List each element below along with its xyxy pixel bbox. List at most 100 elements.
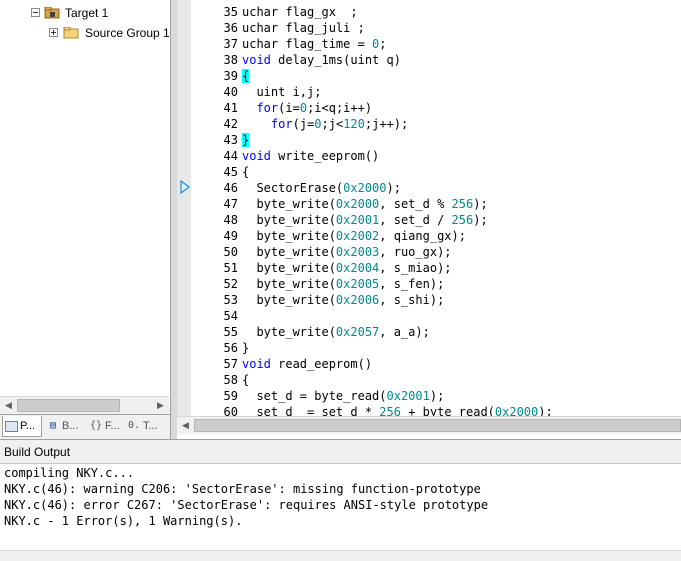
scroll-right-icon[interactable]: ▶ [152,397,169,414]
tree-item-target[interactable]: Target 1 [0,4,170,22]
tab-books-label: B... [62,420,79,432]
tab-project[interactable]: P... [2,416,42,437]
code-token: , ruo_gx); [379,245,452,259]
code-line[interactable]: 44 void write_eeprom() [177,148,681,164]
code-token: byte_write( [242,245,336,259]
code-token: uint i,j; [242,85,322,99]
code-token: ); [386,181,401,195]
code-editor[interactable]: 35 uchar flag_gx ; 36 uchar flag_juli ; 37 uc… [177,0,681,439]
line-number: 42 [223,117,238,131]
code-line[interactable]: 53 byte_write(0x2006, s_shi); [177,292,681,308]
code-token: byte_write( [242,213,336,227]
line-number: 45 [223,165,238,179]
code-token: } [242,341,250,355]
line-code: } [242,340,249,356]
functions-icon: {} [89,420,103,432]
code-line[interactable]: 45 { [177,164,681,180]
code-line[interactable]: 46 SectorErase(0x2000); [177,180,681,196]
line-number: 52 [223,277,238,291]
line-number: 37 [223,37,238,51]
scroll-left-icon[interactable]: ◀ [0,397,17,414]
tab-templates[interactable]: 0. T... [125,416,169,437]
code-line[interactable]: 35 uchar flag_gx ; [177,4,681,20]
code-token: ); [429,389,445,403]
line-code: uchar flag_time = 0; [242,36,387,52]
code-line[interactable]: 39 { [177,68,681,84]
code-line[interactable]: 36 uchar flag_juli ; [177,20,681,36]
number-token: 256 [451,197,474,211]
code-token: , s_miao); [379,261,452,275]
code-line[interactable]: 54 [177,308,681,324]
line-number: 58 [223,373,238,387]
code-line[interactable]: 58 { [177,372,681,388]
line-number: 47 [223,197,238,211]
line-code: byte_write(0x2001, set_d / 256); [242,212,488,228]
project-tabs: P... ▤ B... {} F... 0. T... [0,414,170,439]
code-line[interactable]: 52 byte_write(0x2005, s_fen); [177,276,681,292]
code-line[interactable]: 37 uchar flag_time = 0; [177,36,681,52]
code-token: uchar flag_gx ; [242,5,358,19]
project-icon [5,420,18,432]
line-code: byte_write(0x2006, s_shi); [242,292,444,308]
code-line[interactable]: 38 void delay_1ms(uint q) [177,52,681,68]
expand-icon[interactable] [49,28,58,37]
line-number: 54 [223,309,238,323]
tab-functions[interactable]: {} F... [87,416,127,437]
code-token: read_eeprom() [270,357,373,371]
code-line[interactable]: 41 for(i=0;i<q;i++) [177,100,681,116]
line-number: 40 [223,85,238,99]
line-code: void write_eeprom() [242,148,379,164]
code-line[interactable]: 43} [177,132,681,148]
code-line[interactable]: 56} [177,340,681,356]
code-line[interactable]: 50 byte_write(0x2003, ruo_gx); [177,244,681,260]
code-token: ); [473,213,488,227]
number-token: 0x2002 [335,229,380,243]
scrollbar-thumb[interactable] [17,399,120,412]
code-token: uchar flag_time = [242,37,373,51]
code-line[interactable]: 47 byte_write(0x2000, set_d % 256); [177,196,681,212]
code-token: ); [473,197,488,211]
scrollbar-thumb[interactable] [194,419,681,432]
code-token: , s_shi); [379,293,445,307]
line-code: void delay_1ms(uint q) [242,52,401,68]
line-code: byte_write(0x2004, s_miao); [242,260,452,276]
build-output-line[interactable]: NKY.c(46): error C267: 'SectorErase': re… [4,497,488,513]
build-output-line[interactable]: NKY.c(46): warning C206: 'SectorErase': … [4,481,488,497]
line-number: 44 [223,149,238,163]
code-token: byte_write( [242,293,336,307]
code-line[interactable]: 40 uint i,j; [177,84,681,100]
code-line[interactable]: 49 byte_write(0x2002, qiang_gx); [177,228,681,244]
code-token: delay_1ms(uint q) [270,53,401,67]
code-line[interactable]: 48 byte_write(0x2001, set_d / 256); [177,212,681,228]
build-output-horizontal-scrollbar[interactable] [0,550,681,561]
number-token: 0x2057 [335,325,380,339]
build-output-line[interactable]: compiling NKY.c... [4,465,488,481]
tree-item-source-group[interactable]: Source Group 1 [0,24,170,42]
number-token: 256 [451,213,474,227]
code-line[interactable]: 57 void read_eeprom() [177,356,681,372]
number-token: 120 [343,117,365,131]
line-number: 46 [223,181,238,195]
tab-books[interactable]: ▤ B... [44,416,84,437]
code-token: (j= [292,117,315,131]
line-code: uchar flag_gx ; [242,4,358,20]
code-line[interactable]: 59 set_d = byte_read(0x2001); [177,388,681,404]
scroll-left-icon[interactable]: ◀ [177,417,194,434]
line-code: { [242,372,249,388]
build-output-title: Build Output [0,440,681,464]
collapse-icon[interactable] [31,8,40,17]
code-token: byte_write( [242,261,336,275]
keyword-token: void [242,149,271,163]
code-line[interactable]: 51 byte_write(0x2004, s_miao); [177,260,681,276]
editor-horizontal-scrollbar[interactable]: ◀ [177,416,681,434]
books-icon: ▤ [49,420,57,432]
tab-functions-label: F... [105,420,120,432]
build-output-line[interactable]: NKY.c - 1 Error(s), 1 Warning(s). [4,513,488,529]
build-output-panel: Build Output compiling NKY.c... NKY.c(46)… [0,439,681,561]
code-token: { [242,373,250,387]
keyword-token: void [242,53,271,67]
code-line[interactable]: 42 for(j=0;j<120;j++); [177,116,681,132]
project-panel: Target 1 Source Group 1 ◀ ▶ P... ▤ B... {… [0,0,171,439]
project-horizontal-scrollbar[interactable]: ◀ ▶ [0,396,169,414]
code-line[interactable]: 55 byte_write(0x2057, a_a); [177,324,681,340]
